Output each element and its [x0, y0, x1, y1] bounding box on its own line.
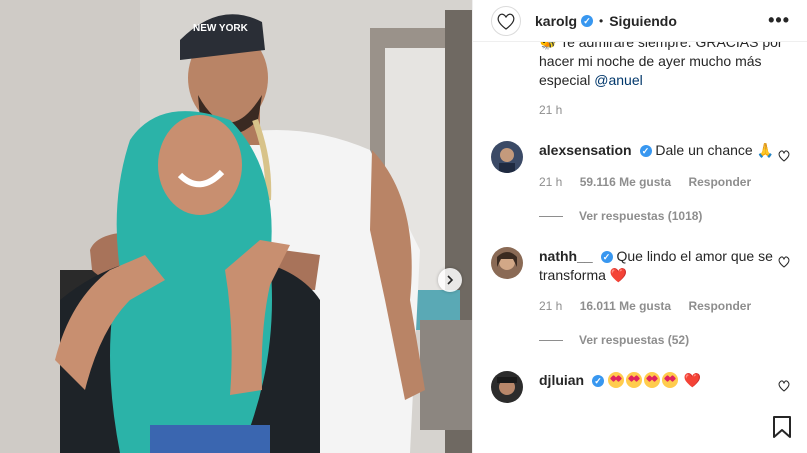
verified-badge-icon: ✓ — [639, 145, 652, 158]
comment-meta: 21 h 16.011 Me gusta Responder — [539, 299, 765, 313]
caption-mention[interactable]: @anuel — [594, 72, 642, 88]
comment-text: ❤️ — [683, 372, 702, 388]
like-heart-icon[interactable] — [777, 149, 791, 163]
like-heart-icon[interactable] — [777, 255, 791, 269]
photo-illustration: NEW YORK — [0, 0, 472, 453]
replies-line — [539, 339, 563, 341]
author-avatar[interactable] — [491, 5, 521, 36]
caption-text: 🐝 Te admiraré siempre. GRACIAS por hacer… — [539, 34, 783, 88]
verified-badge-icon: ✓ — [592, 375, 605, 388]
view-replies-label: Ver respuestas (1018) — [579, 209, 703, 223]
comment-body: alexsensation ✓ Dale un chance 🙏 — [539, 141, 779, 160]
view-replies-button[interactable]: Ver respuestas (52) — [539, 333, 689, 347]
avatar-image — [491, 371, 523, 403]
post-dialog: NEW YORK karolg ✓ • Siguiendo ••• 🐝 Te a… — [0, 0, 807, 453]
comment-body: nathh__ ✓ Que lindo el amor que se trans… — [539, 247, 779, 285]
commenter-username[interactable]: alexsensation — [539, 142, 632, 158]
more-options-icon[interactable]: ••• — [768, 10, 790, 31]
reply-button[interactable]: Responder — [688, 175, 751, 189]
commenter-avatar[interactable] — [491, 247, 523, 279]
commenter-username[interactable]: djluian — [539, 372, 584, 388]
like-heart-icon[interactable] — [777, 379, 791, 393]
post-photo[interactable]: NEW YORK — [0, 0, 472, 453]
following-button[interactable]: Siguiendo — [609, 13, 677, 29]
post-header: karolg ✓ • Siguiendo ••• — [473, 0, 807, 42]
verified-badge-icon: ✓ — [600, 251, 613, 264]
verified-badge-icon: ✓ — [581, 14, 594, 27]
caption-timestamp[interactable]: 21 h — [539, 103, 562, 117]
heart-logo-icon — [497, 13, 515, 30]
comments-panel: karolg ✓ • Siguiendo ••• 🐝 Te admiraré s… — [472, 0, 807, 453]
commenter-avatar[interactable] — [491, 371, 523, 403]
view-replies-label: Ver respuestas (52) — [579, 333, 690, 347]
comment-text: Dale un chance 🙏 — [655, 142, 775, 158]
avatar-image — [491, 247, 523, 279]
heart-eyes-emoji-icon — [643, 372, 660, 388]
bookmark-icon[interactable] — [771, 415, 793, 439]
commenter-avatar[interactable] — [491, 141, 523, 173]
comment-body: djluian ✓ ❤️ — [539, 371, 779, 390]
separator-dot: • — [599, 13, 604, 28]
heart-eyes-emoji-icon — [661, 372, 678, 388]
commenter-username[interactable]: nathh__ — [539, 248, 593, 264]
comment-meta: 21 h 59.116 Me gusta Responder — [539, 175, 765, 189]
next-photo-button[interactable] — [438, 268, 462, 292]
avatar-image — [491, 141, 523, 173]
reply-button[interactable]: Responder — [688, 299, 751, 313]
cap-text: NEW YORK — [193, 23, 249, 34]
heart-eyes-emoji-icon — [607, 372, 624, 388]
comment-time[interactable]: 21 h — [539, 299, 562, 313]
replies-line — [539, 215, 563, 217]
comment-likes[interactable]: 16.011 Me gusta — [580, 299, 671, 313]
chevron-right-icon — [447, 275, 454, 285]
author-username[interactable]: karolg — [535, 13, 577, 29]
comment-time[interactable]: 21 h — [539, 175, 562, 189]
heart-eyes-emoji-icon — [625, 372, 642, 388]
view-replies-button[interactable]: Ver respuestas (1018) — [539, 209, 702, 223]
comment-likes[interactable]: 59.116 Me gusta — [580, 175, 671, 189]
